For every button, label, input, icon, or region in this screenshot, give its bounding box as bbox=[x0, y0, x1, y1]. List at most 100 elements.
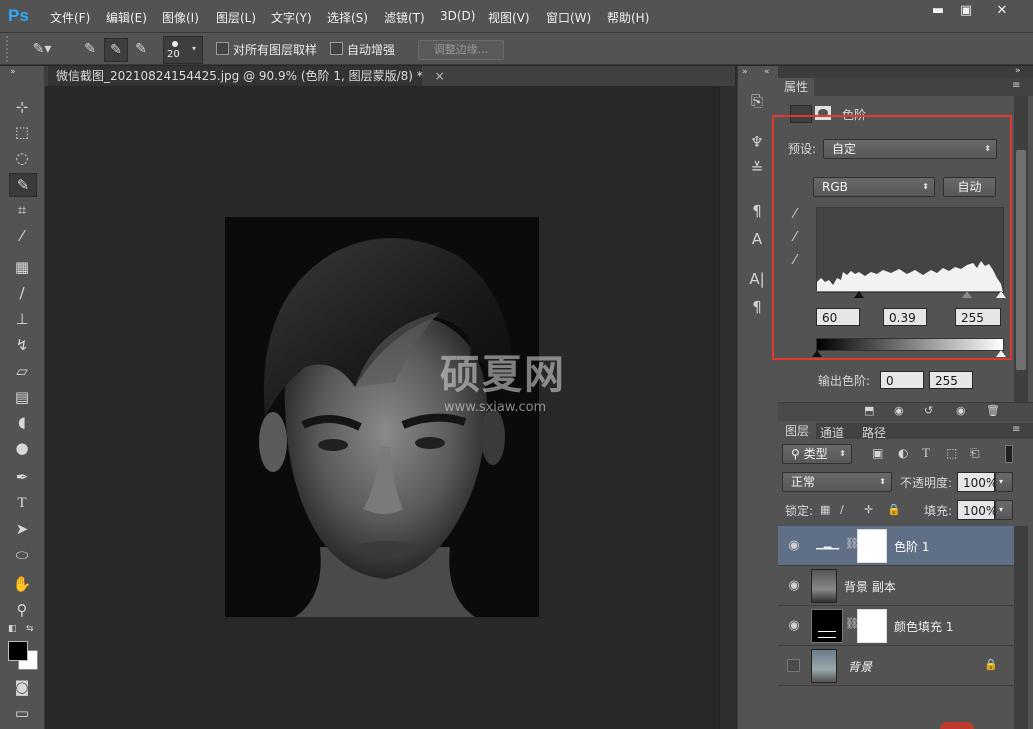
output-white-field[interactable]: 255 bbox=[929, 371, 973, 389]
sample-all-layers-checkbox[interactable] bbox=[216, 42, 229, 55]
collapse-dock-icon[interactable]: » bbox=[1015, 66, 1021, 76]
clip-to-layer-icon[interactable]: ⬒ bbox=[864, 404, 874, 417]
menu-3d[interactable]: 3D(D) bbox=[440, 9, 475, 23]
eyedropper-tool-icon[interactable]: ⁄ bbox=[9, 225, 35, 247]
clone-stamp-tool-icon[interactable]: ⊥ bbox=[9, 308, 35, 330]
refine-edge-button[interactable]: 调整边缘... bbox=[418, 40, 504, 60]
trash-icon[interactable]: 🗑 bbox=[986, 404, 1000, 417]
filter-smart-object-icon[interactable]: ⎗ bbox=[970, 446, 980, 461]
filter-toggle[interactable] bbox=[1005, 445, 1013, 463]
character-panel-icon[interactable]: A| bbox=[746, 270, 768, 288]
eye-icon[interactable]: ◉ bbox=[785, 538, 803, 553]
swap-colors-icon[interactable]: ⇆ bbox=[26, 624, 34, 634]
dodge-tool-icon[interactable]: ● bbox=[9, 437, 35, 459]
fill-chevron-icon[interactable]: ▾ bbox=[995, 500, 1013, 520]
opacity-field[interactable]: 100% bbox=[957, 472, 997, 492]
subtract-selection-icon[interactable]: ✎ bbox=[131, 38, 151, 60]
auto-enhance-checkbox[interactable] bbox=[330, 42, 343, 55]
collapse-strip-icon[interactable]: » bbox=[742, 67, 748, 77]
hand-tool-icon[interactable]: ✋ bbox=[9, 573, 35, 595]
layer-mask-thumbnail[interactable] bbox=[857, 609, 887, 643]
type-tool-icon[interactable]: T bbox=[9, 492, 35, 514]
menu-file[interactable]: 文件(F) bbox=[50, 9, 90, 26]
blend-mode-dropdown[interactable]: 正常 ⬍ bbox=[782, 472, 892, 492]
gradient-tool-icon[interactable]: ▤ bbox=[9, 386, 35, 408]
quick-mask-icon[interactable]: ◙ bbox=[9, 676, 35, 698]
ellipse-tool-icon[interactable]: ⬭ bbox=[9, 544, 35, 566]
fill-field[interactable]: 100% bbox=[957, 500, 997, 520]
lock-transparent-icon[interactable]: ▦ bbox=[820, 503, 830, 516]
eye-icon[interactable]: ◉ bbox=[785, 578, 803, 593]
tab-properties[interactable]: 属性 bbox=[778, 78, 814, 96]
opacity-chevron-icon[interactable]: ▾ bbox=[995, 472, 1013, 492]
layers-menu-icon[interactable]: ≡ bbox=[1012, 424, 1020, 435]
marquee-tool-icon[interactable]: ⬚ bbox=[9, 121, 35, 143]
screen-mode-icon[interactable]: ▭ bbox=[9, 702, 35, 724]
panel-menu-icon[interactable]: ≡ bbox=[1012, 80, 1020, 91]
lock-all-icon[interactable]: 🔒 bbox=[887, 503, 901, 516]
lock-position-icon[interactable]: ✛ bbox=[864, 503, 873, 516]
layer-row-background[interactable]: 背景 🔒 bbox=[778, 646, 1014, 686]
foreground-color-swatch[interactable] bbox=[8, 641, 28, 661]
menu-edit[interactable]: 编辑(E) bbox=[106, 9, 147, 26]
brush-presets-icon[interactable]: ≚ bbox=[746, 159, 768, 177]
character-styles-icon[interactable]: A bbox=[746, 230, 768, 248]
crop-tool-icon[interactable]: ⌗ bbox=[9, 199, 35, 221]
collapse-strip-right-icon[interactable]: « bbox=[764, 67, 770, 77]
collapse-tools-icon[interactable]: » bbox=[10, 67, 16, 77]
layer-filter-dropdown[interactable]: ⚲ 类型 ⬍ bbox=[782, 444, 852, 464]
layer-mask-thumbnail[interactable] bbox=[857, 529, 887, 563]
toggle-visibility-icon[interactable]: ◉ bbox=[956, 404, 966, 417]
healing-brush-tool-icon[interactable]: ▦ bbox=[9, 256, 35, 278]
restore-icon[interactable]: ▣ bbox=[953, 2, 979, 20]
add-to-selection-icon[interactable]: ✎ bbox=[104, 38, 128, 62]
paragraph-panel-icon[interactable]: ¶ bbox=[746, 298, 768, 316]
close-window-icon[interactable]: ✕ bbox=[985, 2, 1019, 20]
pen-tool-icon[interactable]: ✒ bbox=[9, 466, 35, 488]
brush-tool-icon[interactable]: ∕ bbox=[9, 282, 35, 304]
menu-layer[interactable]: 图层(L) bbox=[216, 9, 256, 26]
layers-scrollbar[interactable] bbox=[1014, 526, 1028, 729]
quick-selection-preset-icon[interactable]: ✎▾ bbox=[22, 38, 62, 60]
layer-row-levels[interactable]: ◉ ▁▂▁ ⛓ 色阶 1 bbox=[778, 526, 1014, 566]
output-black-field[interactable]: 0 bbox=[880, 371, 924, 389]
layer-row-color-fill[interactable]: ◉ ⛓ 颜色填充 1 bbox=[778, 606, 1014, 646]
path-selection-tool-icon[interactable]: ➤ bbox=[9, 518, 35, 540]
menu-window[interactable]: 窗口(W) bbox=[546, 9, 591, 26]
menu-view[interactable]: 视图(V) bbox=[488, 9, 530, 26]
reset-icon[interactable]: ↺ bbox=[924, 404, 933, 417]
history-panel-icon[interactable]: ⎘ bbox=[746, 92, 768, 110]
move-tool-icon[interactable]: ⊹ bbox=[9, 96, 35, 118]
view-previous-icon[interactable]: ◉ bbox=[894, 404, 904, 417]
close-tab-icon[interactable]: × bbox=[435, 69, 445, 83]
filter-pixel-icon[interactable]: ▣ bbox=[872, 446, 883, 460]
new-selection-icon[interactable]: ✎ bbox=[80, 38, 100, 60]
lock-pixels-icon[interactable]: ∕ bbox=[840, 503, 844, 516]
zoom-tool-icon[interactable]: ⚲ bbox=[9, 599, 35, 621]
minimize-icon[interactable]: ▬ bbox=[925, 2, 951, 20]
brush-size-picker[interactable]: 20 ▾ bbox=[163, 36, 203, 64]
menu-help[interactable]: 帮助(H) bbox=[607, 9, 649, 26]
lasso-tool-icon[interactable]: ◌ bbox=[9, 147, 35, 169]
paragraph-styles-icon[interactable]: ¶ bbox=[746, 202, 768, 220]
fill-color-thumbnail[interactable] bbox=[811, 609, 843, 643]
tab-channels[interactable]: 通道 bbox=[820, 424, 844, 441]
eraser-tool-icon[interactable]: ▱ bbox=[9, 360, 35, 382]
document-image[interactable] bbox=[225, 217, 539, 617]
filter-type-icon[interactable]: T bbox=[922, 445, 930, 461]
filter-shape-icon[interactable]: ⬚ bbox=[946, 446, 957, 460]
menu-image[interactable]: 图像(I) bbox=[162, 9, 199, 26]
brush-panel-icon[interactable]: ♆ bbox=[746, 133, 768, 151]
menu-filter[interactable]: 滤镜(T) bbox=[384, 9, 425, 26]
quick-selection-tool-icon[interactable]: ✎ bbox=[9, 173, 37, 197]
eye-icon[interactable]: ◉ bbox=[785, 618, 803, 633]
menu-select[interactable]: 选择(S) bbox=[327, 9, 368, 26]
history-brush-tool-icon[interactable]: ↯ bbox=[9, 334, 35, 356]
filter-adjustment-icon[interactable]: ◐ bbox=[898, 446, 908, 460]
menu-type[interactable]: 文字(Y) bbox=[271, 9, 312, 26]
visibility-toggle-off[interactable] bbox=[787, 659, 800, 672]
blur-tool-icon[interactable]: ◖ bbox=[9, 411, 35, 433]
canvas-scrollbar[interactable] bbox=[719, 86, 737, 729]
default-colors-icon[interactable]: ◧ bbox=[8, 624, 17, 634]
properties-scrollbar[interactable] bbox=[1014, 96, 1028, 402]
